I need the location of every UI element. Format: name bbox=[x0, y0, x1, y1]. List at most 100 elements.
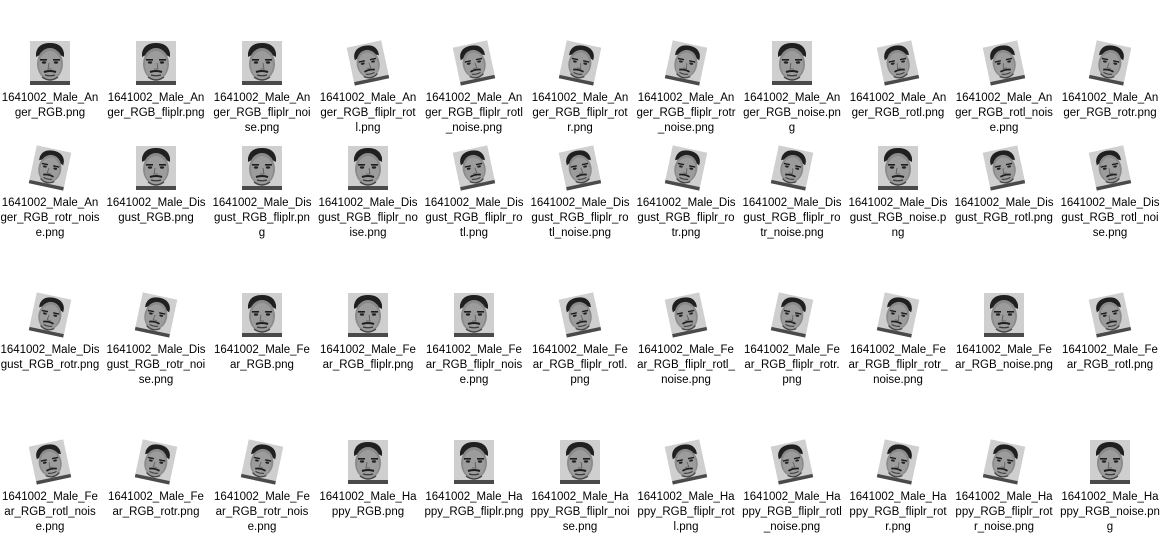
face-image bbox=[240, 439, 284, 485]
face-image bbox=[982, 439, 1026, 485]
file-thumbnail[interactable] bbox=[344, 39, 392, 87]
face-image bbox=[134, 439, 178, 485]
file-thumbnail[interactable] bbox=[768, 39, 816, 87]
file-thumbnail[interactable] bbox=[344, 438, 392, 486]
file-thumbnail[interactable] bbox=[1086, 291, 1134, 339]
file-thumbnail[interactable] bbox=[768, 438, 816, 486]
file-thumbnail[interactable] bbox=[238, 438, 286, 486]
file-thumbnail[interactable] bbox=[344, 144, 392, 192]
file-thumbnail[interactable] bbox=[238, 144, 286, 192]
face-image bbox=[664, 145, 708, 191]
file-thumbnail[interactable] bbox=[768, 291, 816, 339]
face-image bbox=[770, 145, 814, 191]
file-thumbnail[interactable] bbox=[450, 438, 498, 486]
face-image bbox=[452, 40, 496, 86]
file-thumbnail[interactable] bbox=[1086, 144, 1134, 192]
face-image bbox=[1088, 292, 1132, 338]
file-name-label: 1641002_Male_Anger_RGB_fliplr_rotl_noise… bbox=[425, 92, 523, 134]
file-name-label: 1641002_Male_Fear_RGB_rotl.png bbox=[1062, 344, 1158, 371]
face-image bbox=[664, 292, 708, 338]
file-name-label: 1641002_Male_Anger_RGB_fliplr_rotr_noise… bbox=[636, 92, 736, 134]
file-name-label: 1641002_Male_Disgust_RGB_noise.png bbox=[848, 197, 948, 239]
file-name-label: 1641002_Male_Happy_RGB_fliplr_rotl.png bbox=[637, 491, 735, 533]
file-name-label: 1641002_Male_Fear_RGB_fliplr.png bbox=[320, 344, 416, 371]
face-image bbox=[984, 293, 1024, 337]
file-name-label: 1641002_Male_Anger_RGB_fliplr_rotl.png bbox=[319, 92, 417, 134]
file-name-label: 1641002_Male_Disgust_RGB.png bbox=[106, 197, 206, 224]
file-thumbnail[interactable] bbox=[26, 39, 74, 87]
file-name-label: 1641002_Male_Anger_RGB.png bbox=[1, 92, 99, 119]
face-image bbox=[28, 292, 72, 338]
file-thumbnail[interactable] bbox=[556, 291, 604, 339]
file-thumbnail[interactable] bbox=[132, 291, 180, 339]
file-name-label: 1641002_Male_Disgust_RGB_rotr.png bbox=[0, 344, 100, 371]
file-name-label: 1641002_Male_Fear_RGB_rotr.png bbox=[108, 491, 204, 518]
face-image bbox=[30, 41, 70, 85]
file-thumbnail[interactable] bbox=[662, 291, 710, 339]
file-thumbnail[interactable] bbox=[662, 144, 710, 192]
file-thumbnail[interactable] bbox=[132, 39, 180, 87]
file-thumbnail[interactable] bbox=[1086, 438, 1134, 486]
file-thumbnail[interactable] bbox=[26, 291, 74, 339]
file-thumbnail[interactable] bbox=[450, 144, 498, 192]
face-image bbox=[772, 41, 812, 85]
face-image bbox=[348, 440, 388, 484]
file-thumbnail[interactable] bbox=[980, 39, 1028, 87]
face-image bbox=[664, 439, 708, 485]
file-thumbnail[interactable] bbox=[874, 438, 922, 486]
file-name-label: 1641002_Male_Happy_RGB_fliplr.png bbox=[424, 491, 524, 518]
face-image bbox=[876, 292, 920, 338]
face-image bbox=[454, 440, 494, 484]
file-name-label: 1641002_Male_Anger_RGB_rotr.png bbox=[1061, 92, 1159, 119]
face-image bbox=[558, 40, 602, 86]
face-image bbox=[348, 146, 388, 190]
file-thumbnail[interactable] bbox=[132, 438, 180, 486]
file-thumbnail[interactable] bbox=[768, 144, 816, 192]
face-image bbox=[28, 145, 72, 191]
file-thumbnail[interactable] bbox=[556, 438, 604, 486]
file-name-label: 1641002_Male_Disgust_RGB_fliplr_rotl_noi… bbox=[530, 197, 630, 239]
file-thumbnail[interactable] bbox=[1086, 39, 1134, 87]
face-image bbox=[136, 146, 176, 190]
file-thumbnail[interactable] bbox=[556, 39, 604, 87]
file-name-label: 1641002_Male_Disgust_RGB_rotl.png bbox=[954, 197, 1054, 224]
file-grid: 1641002_Male_Anger_RGB.png 1641002_Male_A… bbox=[0, 0, 1174, 560]
file-name-label: 1641002_Male_Anger_RGB_rotr_noise.png bbox=[0, 197, 100, 239]
file-thumbnail[interactable] bbox=[662, 39, 710, 87]
file-name-label: 1641002_Male_Anger_RGB_fliplr_noise.png bbox=[213, 92, 311, 134]
file-name-label: 1641002_Male_Happy_RGB_fliplr_noise.png bbox=[530, 491, 630, 533]
file-thumbnail[interactable] bbox=[132, 144, 180, 192]
file-thumbnail[interactable] bbox=[980, 144, 1028, 192]
file-name-label: 1641002_Male_Fear_RGB_rotr_noise.png bbox=[214, 491, 310, 533]
file-thumbnail[interactable] bbox=[662, 438, 710, 486]
file-name-label: 1641002_Male_Fear_RGB_fliplr_rotr_noise.… bbox=[848, 344, 948, 386]
file-thumbnail[interactable] bbox=[874, 39, 922, 87]
file-thumbnail[interactable] bbox=[874, 144, 922, 192]
file-name-label: 1641002_Male_Happy_RGB.png bbox=[319, 491, 417, 518]
file-name-label: 1641002_Male_Disgust_RGB_rotl_noise.png bbox=[1060, 197, 1160, 239]
face-image bbox=[664, 40, 708, 86]
face-image bbox=[558, 292, 602, 338]
file-name-label: 1641002_Male_Fear_RGB_fliplr_rotr.png bbox=[744, 344, 840, 386]
face-image bbox=[348, 293, 388, 337]
face-image bbox=[346, 40, 390, 86]
file-name-label: 1641002_Male_Anger_RGB_fliplr.png bbox=[107, 92, 205, 119]
face-image bbox=[1090, 440, 1130, 484]
file-thumbnail[interactable] bbox=[26, 438, 74, 486]
face-image bbox=[1088, 40, 1132, 86]
file-thumbnail[interactable] bbox=[980, 291, 1028, 339]
file-thumbnail[interactable] bbox=[980, 438, 1028, 486]
file-thumbnail[interactable] bbox=[450, 39, 498, 87]
face-image bbox=[134, 292, 178, 338]
face-image bbox=[982, 145, 1026, 191]
face-image bbox=[242, 41, 282, 85]
file-thumbnail[interactable] bbox=[556, 144, 604, 192]
file-name-label: 1641002_Male_Anger_RGB_rotl.png bbox=[849, 92, 947, 119]
file-thumbnail[interactable] bbox=[238, 291, 286, 339]
file-thumbnail[interactable] bbox=[874, 291, 922, 339]
file-thumbnail[interactable] bbox=[450, 291, 498, 339]
file-thumbnail[interactable] bbox=[26, 144, 74, 192]
file-thumbnail[interactable] bbox=[238, 39, 286, 87]
face-image bbox=[452, 145, 496, 191]
file-thumbnail[interactable] bbox=[344, 291, 392, 339]
